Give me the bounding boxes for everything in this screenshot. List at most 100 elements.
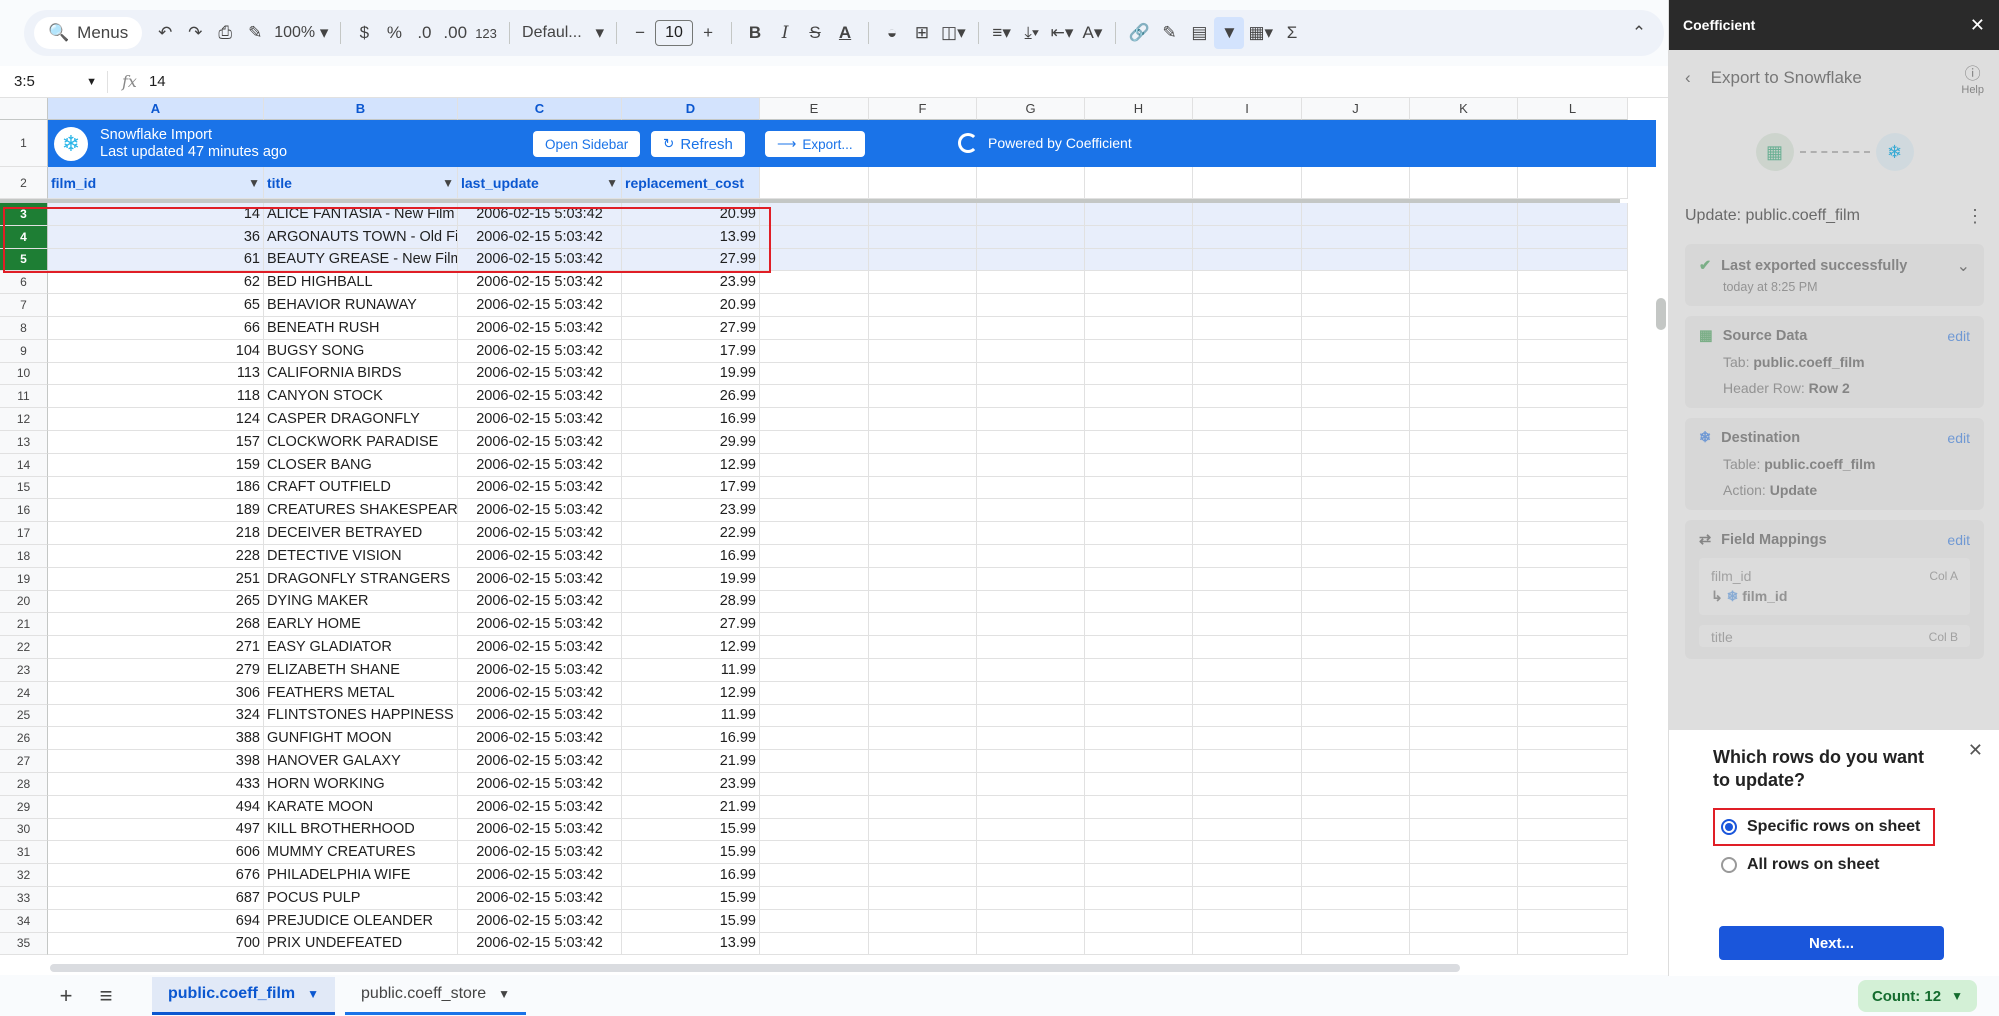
empty-cell[interactable] xyxy=(1302,294,1410,317)
cell-replacement-cost[interactable]: 20.99 xyxy=(622,294,760,317)
empty-cell[interactable] xyxy=(1085,841,1193,865)
empty-cell[interactable] xyxy=(760,772,869,796)
empty-cell[interactable] xyxy=(1410,886,1518,910)
empty-cell[interactable] xyxy=(1302,704,1410,728)
empty-cell[interactable] xyxy=(1410,430,1518,454)
empty-cell[interactable] xyxy=(1193,362,1302,386)
empty-cell[interactable] xyxy=(1085,385,1193,409)
row-header[interactable]: 18 xyxy=(0,544,48,568)
empty-cell[interactable] xyxy=(1302,658,1410,682)
empty-cell[interactable] xyxy=(1302,567,1410,591)
empty-cell[interactable] xyxy=(1193,271,1302,295)
empty-cell[interactable] xyxy=(1085,613,1193,637)
empty-cell[interactable] xyxy=(1302,750,1410,773)
empty-cell[interactable] xyxy=(1518,316,1628,340)
empty-cell[interactable] xyxy=(1518,430,1628,454)
cell-last-update[interactable]: 2006-02-15 5:03:42 xyxy=(458,636,622,659)
empty-cell[interactable] xyxy=(1085,864,1193,887)
row-header[interactable]: 1 xyxy=(0,120,48,167)
cell-title[interactable]: DYING MAKER xyxy=(264,590,458,614)
chart-icon[interactable]: ▤ xyxy=(1184,17,1214,49)
empty-cell[interactable] xyxy=(977,225,1085,249)
empty-cell[interactable] xyxy=(1410,750,1518,773)
row-header[interactable]: 23 xyxy=(0,658,48,682)
print-icon[interactable]: ⎙ xyxy=(210,17,240,49)
empty-cell[interactable] xyxy=(1410,544,1518,568)
empty-cell[interactable] xyxy=(1085,567,1193,591)
cell-last-update[interactable]: 2006-02-15 5:03:42 xyxy=(458,841,622,865)
cell-last-update[interactable]: 2006-02-15 5:03:42 xyxy=(458,795,622,819)
empty-cell[interactable] xyxy=(1518,294,1628,317)
row-header[interactable]: 12 xyxy=(0,408,48,431)
cell-film-id[interactable]: 497 xyxy=(48,818,264,842)
empty-cell[interactable] xyxy=(1518,750,1628,773)
empty-cell[interactable] xyxy=(977,544,1085,568)
empty-cell[interactable] xyxy=(1193,203,1302,226)
cell-film-id[interactable]: 279 xyxy=(48,658,264,682)
empty-cell[interactable] xyxy=(977,613,1085,637)
empty-cell[interactable] xyxy=(1410,818,1518,842)
empty-cell[interactable] xyxy=(869,932,977,956)
empty-cell[interactable] xyxy=(1518,681,1628,705)
empty-cell[interactable] xyxy=(760,795,869,819)
empty-cell[interactable] xyxy=(1193,430,1302,454)
cell-title[interactable]: DETECTIVE VISION xyxy=(264,544,458,568)
cell-title[interactable]: KILL BROTHERHOOD xyxy=(264,818,458,842)
empty-cell[interactable] xyxy=(869,385,977,409)
empty-cell[interactable] xyxy=(760,271,869,295)
empty-cell[interactable] xyxy=(977,932,1085,956)
empty-cell[interactable] xyxy=(1085,476,1193,500)
filter-icon[interactable]: ▼ xyxy=(1214,17,1245,49)
empty-cell[interactable] xyxy=(1302,476,1410,500)
empty-cell[interactable] xyxy=(1410,499,1518,523)
empty-cell[interactable] xyxy=(1518,795,1628,819)
cell-film-id[interactable]: 218 xyxy=(48,522,264,545)
cell-last-update[interactable]: 2006-02-15 5:03:42 xyxy=(458,453,622,477)
empty-cell[interactable] xyxy=(1085,316,1193,340)
empty-cell[interactable] xyxy=(1302,430,1410,454)
empty-cell[interactable] xyxy=(869,544,977,568)
empty-cell[interactable] xyxy=(1193,225,1302,249)
empty-cell[interactable] xyxy=(977,636,1085,659)
empty-cell[interactable] xyxy=(760,567,869,591)
cell-last-update[interactable]: 2006-02-15 5:03:42 xyxy=(458,727,622,751)
cell-last-update[interactable]: 2006-02-15 5:03:42 xyxy=(458,864,622,887)
column-header-i[interactable]: I xyxy=(1193,98,1302,120)
cell-replacement-cost[interactable]: 12.99 xyxy=(622,681,760,705)
empty-cell[interactable] xyxy=(760,681,869,705)
empty-cell[interactable] xyxy=(1193,248,1302,272)
row-header[interactable]: 27 xyxy=(0,750,48,773)
cell-replacement-cost[interactable]: 21.99 xyxy=(622,750,760,773)
cell-title[interactable]: CLOSER BANG xyxy=(264,453,458,477)
empty-cell[interactable] xyxy=(1193,704,1302,728)
empty-cell[interactable] xyxy=(1085,271,1193,295)
cell-replacement-cost[interactable]: 15.99 xyxy=(622,841,760,865)
empty-cell[interactable] xyxy=(1410,658,1518,682)
empty-cell[interactable] xyxy=(1518,704,1628,728)
cell-film-id[interactable]: 104 xyxy=(48,339,264,363)
empty-cell[interactable] xyxy=(869,704,977,728)
empty-cell[interactable] xyxy=(1193,613,1302,637)
cell-replacement-cost[interactable]: 23.99 xyxy=(622,271,760,295)
empty-cell[interactable] xyxy=(1410,271,1518,295)
cell-film-id[interactable]: 251 xyxy=(48,567,264,591)
empty-cell[interactable] xyxy=(1518,225,1628,249)
empty-cell[interactable] xyxy=(977,248,1085,272)
cell-film-id[interactable]: 113 xyxy=(48,362,264,386)
cell-film-id[interactable]: 189 xyxy=(48,499,264,523)
open-sidebar-button[interactable]: Open Sidebar xyxy=(533,131,641,157)
cell-last-update[interactable]: 2006-02-15 5:03:42 xyxy=(458,818,622,842)
empty-cell[interactable] xyxy=(1410,522,1518,545)
empty-cell[interactable] xyxy=(1193,294,1302,317)
empty-cell[interactable] xyxy=(1085,704,1193,728)
empty-cell[interactable] xyxy=(1518,658,1628,682)
cell-film-id[interactable]: 186 xyxy=(48,476,264,500)
column-header-g[interactable]: G xyxy=(977,98,1085,120)
empty-cell[interactable] xyxy=(1193,339,1302,363)
empty-cell[interactable] xyxy=(977,841,1085,865)
cell-title[interactable]: ELIZABETH SHANE xyxy=(264,658,458,682)
empty-cell[interactable] xyxy=(869,339,977,363)
empty-cell[interactable] xyxy=(1193,772,1302,796)
empty-cell[interactable] xyxy=(1302,613,1410,637)
empty-cell[interactable] xyxy=(1518,932,1628,956)
